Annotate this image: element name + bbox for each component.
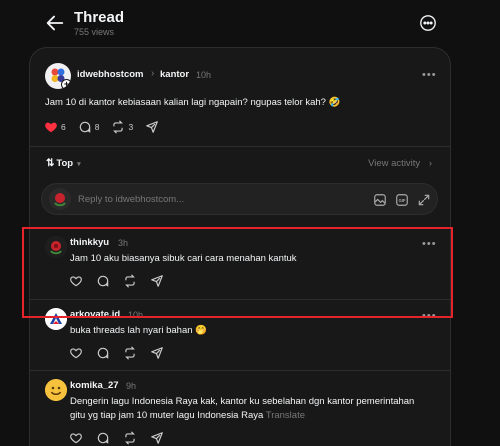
divider: [30, 370, 450, 371]
view-count: 755 views: [74, 27, 115, 37]
send-icon: [146, 121, 159, 133]
share-button[interactable]: [150, 431, 167, 445]
follow-plus-icon[interactable]: +: [61, 79, 71, 89]
comment-text-line: Dengerin lagu Indonesia Raya kak, kantor…: [70, 396, 415, 407]
share-button[interactable]: [150, 346, 167, 360]
repost-icon: [125, 346, 135, 360]
comment-icon: [79, 121, 90, 133]
reply-input[interactable]: Reply to idwebhostcom... GIF: [41, 183, 438, 215]
post-time: 10h: [196, 70, 212, 80]
page-title: Thread: [74, 9, 125, 26]
gif-icon[interactable]: GIF: [395, 193, 409, 207]
share-button[interactable]: [145, 120, 162, 134]
author-avatar[interactable]: +: [45, 63, 71, 89]
like-count: 6: [61, 122, 66, 132]
post-more-icon[interactable]: •••: [422, 70, 437, 81]
chevron-right-icon: ›: [428, 158, 432, 169]
svg-text:GIF: GIF: [399, 198, 406, 203]
send-icon: [151, 432, 163, 444]
image-icon[interactable]: [373, 193, 387, 207]
sort-dropdown[interactable]: ⇅ Top ▾: [46, 158, 81, 169]
divider: [30, 146, 450, 147]
comment-icon: [97, 347, 109, 359]
comment-author[interactable]: komika_27: [70, 380, 119, 391]
repost-button[interactable]: 3: [111, 120, 133, 134]
back-arrow-icon[interactable]: [44, 12, 66, 34]
repost-count: 3: [128, 122, 134, 132]
comment-button[interactable]: [96, 431, 113, 445]
sort-label: Top: [56, 158, 74, 169]
view-activity-link[interactable]: View activity ›: [368, 158, 432, 169]
send-icon: [151, 347, 163, 359]
comment-button[interactable]: [96, 346, 113, 360]
comment-time: 9h: [126, 381, 137, 391]
sort-arrows-icon: ⇅: [46, 158, 55, 169]
heart-filled-icon: [45, 122, 57, 133]
comment-text-line-2: gitu yg tiap jam 10 muter lagu Indonesia…: [70, 410, 264, 421]
comment-text: Dengerin lagu Indonesia Raya kak, kantor…: [70, 395, 450, 423]
comment-text: buka threads lah nyari bahan 🤭: [70, 325, 207, 336]
like-button[interactable]: 6: [44, 120, 66, 134]
post-text: Jam 10 di kantor kebiasaan kalian lagi n…: [45, 97, 341, 108]
highlight-box: [22, 227, 453, 318]
comment-button[interactable]: 8: [78, 120, 100, 134]
comment-actions: [69, 346, 177, 360]
topic-separator-icon: ›: [151, 68, 155, 79]
current-user-avatar: [49, 188, 71, 210]
repost-icon: [113, 120, 124, 134]
like-button[interactable]: [69, 346, 86, 360]
post-author-name[interactable]: idwebhostcom: [77, 69, 144, 80]
translate-link[interactable]: Translate: [266, 410, 305, 421]
comment-icon: [97, 432, 109, 444]
more-options-circle-icon[interactable]: [419, 14, 437, 32]
post-topic[interactable]: kantor: [160, 69, 189, 80]
post-actions: 6 8 3: [44, 120, 174, 134]
reply-placeholder: Reply to idwebhostcom...: [78, 194, 185, 205]
repost-icon: [125, 431, 135, 445]
comment-count: 8: [94, 122, 100, 132]
heart-icon: [70, 348, 82, 359]
repost-button[interactable]: [123, 346, 140, 360]
view-activity-label: View activity: [368, 158, 421, 169]
chevron-down-icon: ▾: [77, 160, 81, 168]
expand-icon[interactable]: [417, 193, 431, 207]
top-bar: Thread 755 views: [0, 0, 500, 48]
repost-button[interactable]: [123, 431, 140, 445]
comment-text-line: gitu yg tiap jam 10 muter lagu Indonesia…: [70, 409, 450, 423]
comment-actions: [69, 431, 177, 445]
like-button[interactable]: [69, 431, 86, 445]
heart-icon: [70, 433, 82, 444]
comment-avatar-komika[interactable]: [45, 379, 67, 401]
